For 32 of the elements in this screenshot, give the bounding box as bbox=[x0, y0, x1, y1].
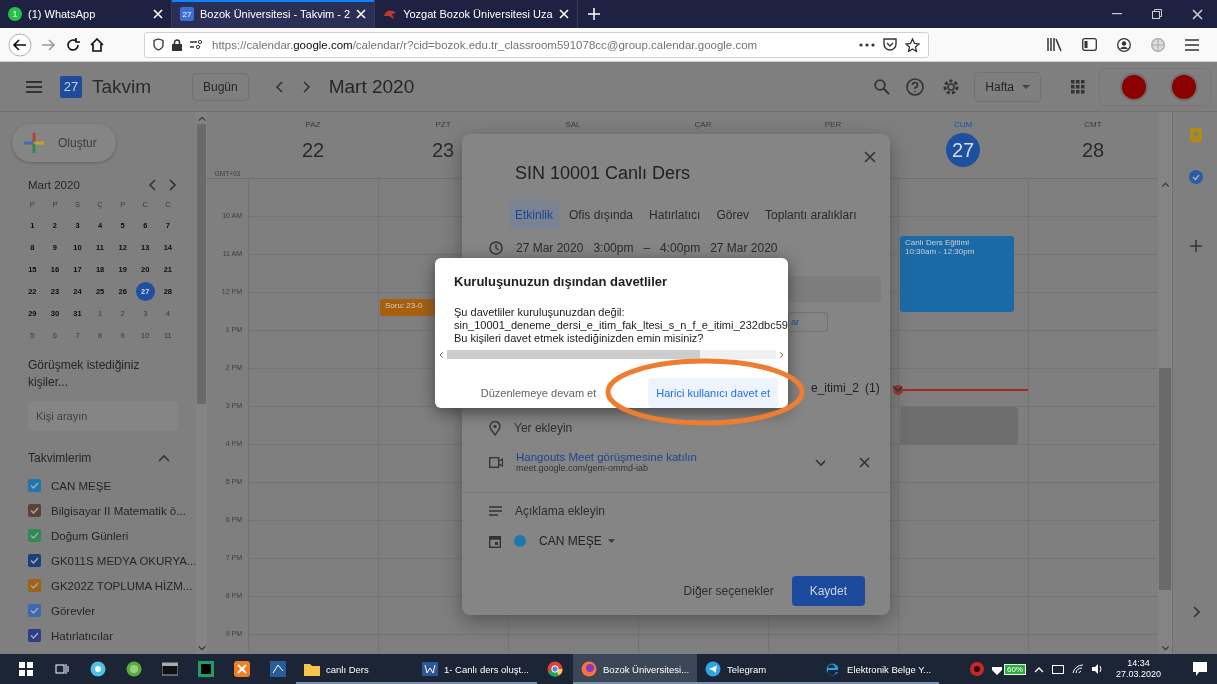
meet-url: meet.google.com/gem-ommd-iab bbox=[516, 463, 649, 473]
whatsapp-icon: 1 bbox=[8, 7, 22, 21]
url-text: https://calendar.google.com/calendar/r?cid=bozok.edu.tr_classroom591078cc@group.calendar.google.com bbox=[212, 38, 759, 51]
weekday-label: ÇAR bbox=[694, 120, 712, 129]
weekday-label: SAL bbox=[565, 120, 581, 129]
calendar-name: Hatırlatıcılar bbox=[51, 629, 113, 642]
dialog-text: Şu davetliler kuruluşunuzdan değil: bbox=[454, 306, 626, 320]
weekday-label: PAZ bbox=[305, 120, 321, 129]
calendar-name: Doğum Günleri bbox=[51, 529, 129, 542]
dialog-text: Bu kişileri davet etmek istediğinizden emin misiniz? bbox=[454, 332, 705, 346]
weekday-label: PZT bbox=[435, 120, 451, 129]
guest-count: (1) bbox=[865, 381, 880, 395]
my-calendars-title: Takvimlerim bbox=[28, 451, 92, 465]
calendar-name: CAN MEŞE bbox=[51, 479, 112, 492]
event-title: SIN 10001 Canlı Ders bbox=[515, 162, 692, 185]
weekday-label: CUM bbox=[953, 120, 973, 129]
month-title: Mart 2020 bbox=[28, 179, 81, 191]
calendar-icon: 27 bbox=[180, 7, 194, 21]
dialog-title: Kuruluşunuzun dışından davetliler bbox=[454, 274, 669, 291]
calendar-name: GK202Z TOPLUMA HİZM... bbox=[51, 579, 193, 592]
event-title: Canlı Ders Eğitimi bbox=[905, 237, 970, 247]
calendar-name: GK011S MEDYA OKURYA... bbox=[51, 554, 196, 567]
guest-name: e_itimi_2 bbox=[811, 381, 860, 395]
period-title: Mart 2020 bbox=[328, 75, 415, 98]
calendar-name: Bilgisayar II Matematik ö... bbox=[51, 504, 186, 517]
dialog-text: sin_10001_deneme_dersi_e_itim_fak_ltesi_s_n_f_e_itimi_232dbc59 bbox=[454, 319, 788, 333]
event-time: 10:30am - 12:30pm bbox=[905, 246, 976, 256]
calendar-name: Görevler bbox=[51, 604, 96, 617]
weekday-label: CMT bbox=[1084, 120, 1102, 129]
event-title: Soru: 23-0 bbox=[385, 301, 424, 311]
app-title: Takvim bbox=[92, 75, 153, 98]
people-title: Görüşmek istediğiniz kişiler... bbox=[27, 357, 141, 391]
